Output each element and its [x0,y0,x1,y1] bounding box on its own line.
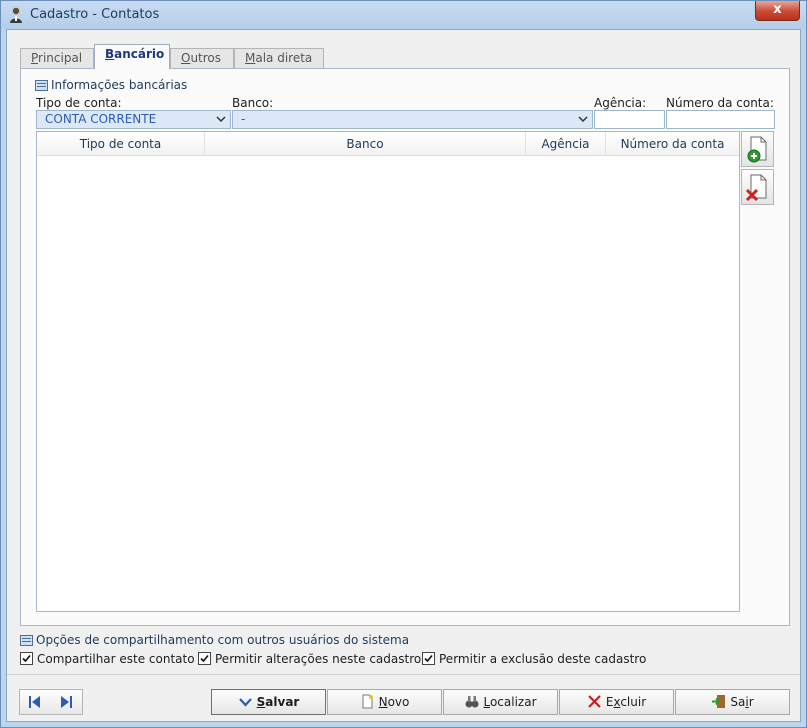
bank-info-header: Informações bancárias [35,78,187,92]
check-down-icon [238,698,252,707]
main-window: Cadastro - Contatos x Principal Bancário… [0,0,807,728]
banco-select[interactable]: - [232,110,593,129]
add-document-icon [747,136,767,163]
tab-outros[interactable]: Outros [170,48,234,68]
window-title: Cadastro - Contatos [30,7,160,22]
numero-conta-input[interactable] [666,110,775,129]
new-document-icon [362,694,373,709]
banco-label: Banco: [232,96,274,110]
allow-delete-checkbox[interactable]: Permitir a exclusão deste cadastro [422,652,646,666]
checkbox-checked[interactable] [198,652,211,665]
tab-panel-bancario: Informações bancárias Tipo de conta: CON… [20,68,790,626]
section-list-icon [20,635,33,646]
share-options-header: Opções de compartilhamento com outros us… [20,633,409,647]
new-button[interactable]: Novo [327,689,442,715]
column-numero-conta[interactable]: Número da conta [606,132,739,156]
save-button[interactable]: Salvar [211,689,326,715]
binoculars-icon [465,696,479,708]
chevron-down-icon [216,116,226,123]
record-navigation [19,689,83,715]
red-x-icon [588,695,601,708]
exit-door-icon [712,695,726,708]
footer-separator [7,674,800,675]
column-banco[interactable]: Banco [205,132,526,156]
grid-header: Tipo de conta Banco Agência Número da co… [37,132,739,156]
agencia-label: Agência: [594,96,647,110]
find-button[interactable]: Localizar [443,689,558,715]
tab-bancario[interactable]: Bancário [94,44,170,69]
tipo-conta-select[interactable]: CONTA CORRENTE [36,110,231,129]
numero-conta-label: Número da conta: [666,96,774,110]
checkbox-checked[interactable] [20,652,33,665]
title-bar[interactable]: Cadastro - Contatos x [1,1,806,29]
add-account-button[interactable] [741,131,774,167]
allow-edit-checkbox[interactable]: Permitir alterações neste cadastro [198,652,421,666]
column-tipo-conta[interactable]: Tipo de conta [37,132,205,156]
close-button[interactable]: x [755,1,800,21]
tab-mala-direta[interactable]: Mala direta [234,48,324,68]
tipo-conta-label: Tipo de conta: [36,96,122,110]
contact-person-icon [10,7,22,23]
delete-document-icon [745,174,767,202]
client-area: Principal Bancário Outros Mala direta In… [6,29,801,722]
check-icon [424,654,433,663]
share-contact-checkbox[interactable]: Compartilhar este contato [20,652,195,666]
bank-accounts-grid[interactable]: Tipo de conta Banco Agência Número da co… [36,131,740,612]
chevron-down-icon [578,116,588,123]
column-agencia[interactable]: Agência [526,132,606,156]
checkbox-checked[interactable] [422,652,435,665]
tab-principal[interactable]: Principal [20,48,94,68]
first-record-icon[interactable] [27,694,43,710]
agencia-input[interactable] [594,110,665,129]
delete-button[interactable]: Excluir [559,689,674,715]
exit-button[interactable]: Sair [675,689,790,715]
check-icon [22,654,31,663]
section-list-icon [35,80,48,91]
delete-account-button[interactable] [741,169,774,205]
check-icon [200,654,209,663]
last-record-icon[interactable] [58,694,74,710]
